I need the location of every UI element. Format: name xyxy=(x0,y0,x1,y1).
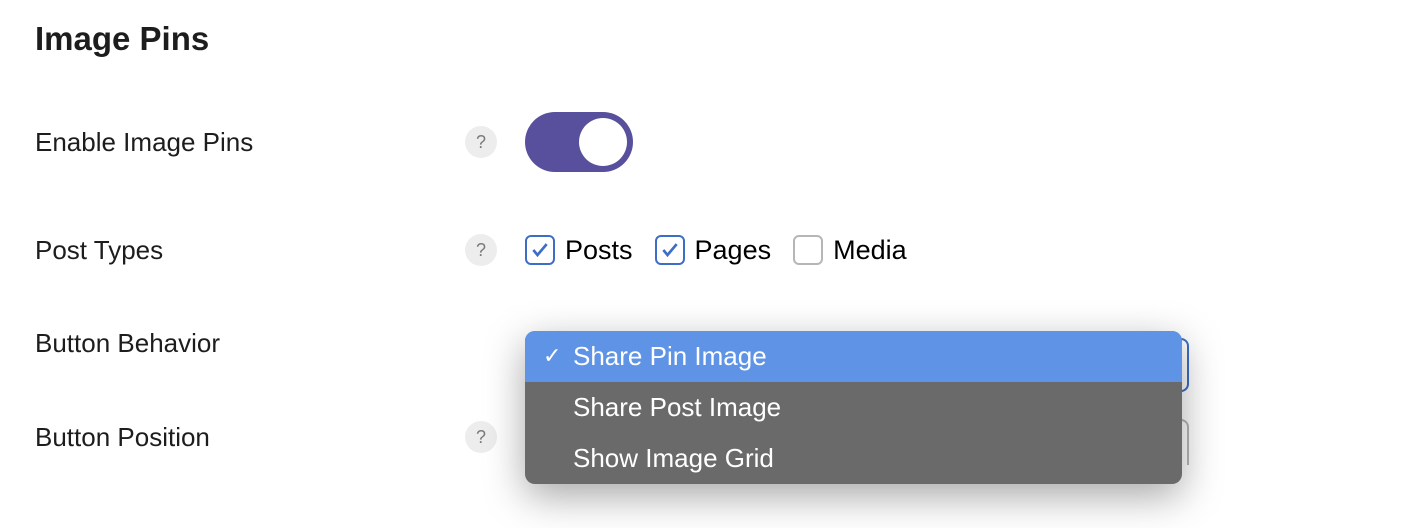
checkbox-box xyxy=(655,235,685,265)
checkbox-media[interactable]: Media xyxy=(793,235,907,266)
dropdown-item-label: Show Image Grid xyxy=(573,443,774,473)
checkbox-box xyxy=(793,235,823,265)
dropdown-item-label: Share Post Image xyxy=(573,392,781,422)
row-enable-image-pins: Enable Image Pins ? xyxy=(35,112,1383,172)
dropdown-item-share-post-image[interactable]: Share Post Image xyxy=(525,382,1182,433)
row-button-behavior: Button Behavior ✓ Share Pin Image Share … xyxy=(35,328,1383,359)
checkbox-posts[interactable]: Posts xyxy=(525,235,633,266)
check-icon xyxy=(530,240,550,260)
label-enable-image-pins: Enable Image Pins xyxy=(35,127,465,158)
help-icon[interactable]: ? xyxy=(465,126,497,158)
control-enable: ? xyxy=(465,112,633,172)
dropdown-button-behavior[interactable]: ✓ Share Pin Image Share Post Image Show … xyxy=(525,331,1182,484)
dropdown-item-share-pin-image[interactable]: ✓ Share Pin Image xyxy=(525,331,1182,382)
dropdown-item-label: Share Pin Image xyxy=(573,341,767,371)
checkbox-label: Media xyxy=(833,235,907,266)
label-button-behavior: Button Behavior xyxy=(35,328,465,359)
checkbox-box xyxy=(525,235,555,265)
help-icon[interactable]: ? xyxy=(465,421,497,453)
toggle-enable-image-pins[interactable] xyxy=(525,112,633,172)
control-post-types: ? Posts Pages Media xyxy=(465,234,907,266)
checkbox-pages[interactable]: Pages xyxy=(655,235,772,266)
checkbox-label: Pages xyxy=(695,235,772,266)
toggle-knob xyxy=(579,118,627,166)
checkbox-label: Posts xyxy=(565,235,633,266)
checkbox-group: Posts Pages Media xyxy=(525,235,907,266)
label-post-types: Post Types xyxy=(35,235,465,266)
label-button-position: Button Position xyxy=(35,422,465,453)
check-icon: ✓ xyxy=(543,343,561,369)
row-post-types: Post Types ? Posts Pages Media xyxy=(35,234,1383,266)
dropdown-item-show-image-grid[interactable]: Show Image Grid xyxy=(525,433,1182,484)
help-icon[interactable]: ? xyxy=(465,234,497,266)
section-title: Image Pins xyxy=(35,20,1383,58)
check-icon xyxy=(660,240,680,260)
